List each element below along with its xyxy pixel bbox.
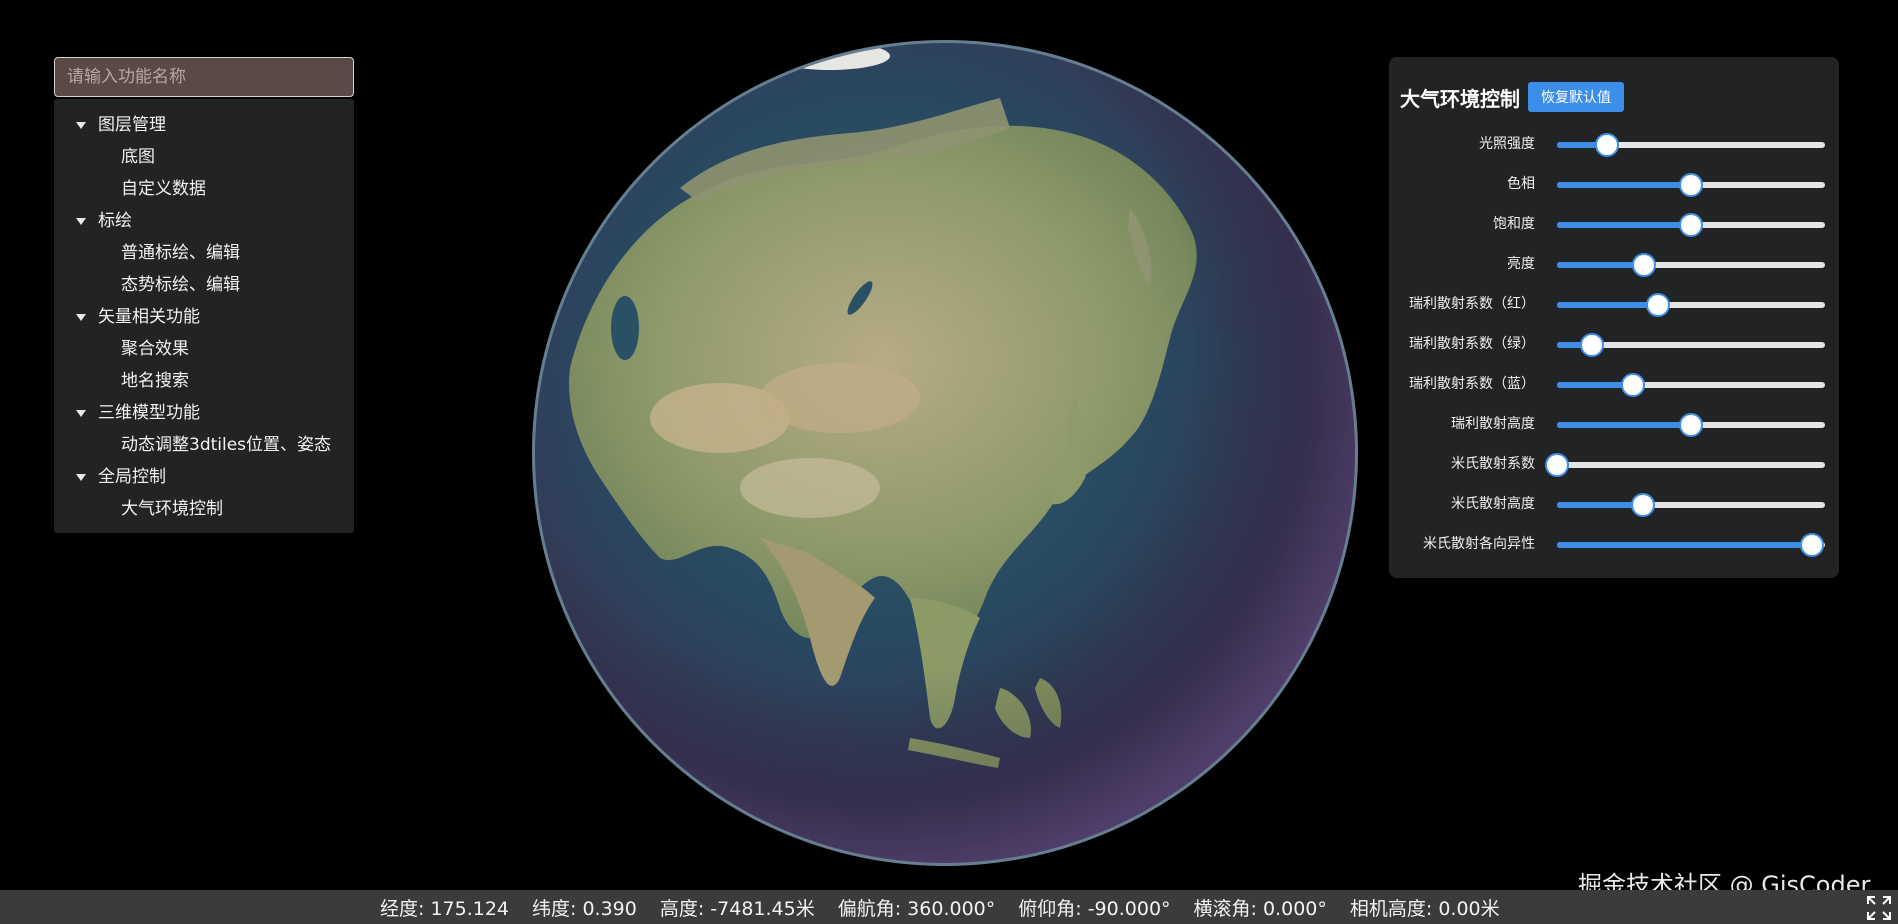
slider-row: 瑞利散射系数（绿） <box>1389 324 1839 364</box>
tree-node-label: 图层管理 <box>98 115 166 135</box>
caret-down-icon[interactable] <box>76 473 86 481</box>
slider-track[interactable] <box>1557 533 1825 557</box>
tree-item-3dtiles-adjust[interactable]: 动态调整3dtiles位置、姿态 <box>54 429 354 461</box>
slider-thumb[interactable] <box>1679 173 1703 197</box>
function-search-input[interactable] <box>54 57 354 97</box>
slider-row: 饱和度 <box>1389 204 1839 244</box>
slider-track[interactable] <box>1557 293 1825 317</box>
slider-label: 瑞利散射系数（蓝） <box>1409 376 1535 392</box>
tree-item-place-search[interactable]: 地名搜索 <box>54 365 354 397</box>
slider-label: 米氏散射各向异性 <box>1423 536 1535 552</box>
earth-globe[interactable] <box>530 38 1360 868</box>
slider-label: 瑞利散射系数（红） <box>1409 296 1535 312</box>
roll-readout: 横滚角: 0.000° <box>1193 897 1327 920</box>
tree-node-global-control[interactable]: 全局控制 <box>54 461 354 493</box>
slider-row: 瑞利散射系数（蓝） <box>1389 364 1839 404</box>
tree-node-layer-management[interactable]: 图层管理 <box>54 109 354 141</box>
slider-thumb[interactable] <box>1579 333 1604 357</box>
tree-node-label: 三维模型功能 <box>98 403 200 423</box>
slider-label: 米氏散射高度 <box>1451 496 1535 512</box>
caret-down-icon[interactable] <box>76 121 86 129</box>
tree-node-label: 全局控制 <box>98 467 166 487</box>
status-readouts: 经度: 175.124 纬度: 0.390 高度: -7481.45米 偏航角:… <box>380 890 1500 924</box>
status-bar: 经度: 175.124 纬度: 0.390 高度: -7481.45米 偏航角:… <box>0 890 1898 924</box>
tree-item-normal-plot[interactable]: 普通标绘、编辑 <box>54 237 354 269</box>
height-readout: 高度: -7481.45米 <box>659 897 815 920</box>
tree-item-basemap[interactable]: 底图 <box>54 141 354 173</box>
slider-thumb[interactable] <box>1632 253 1657 277</box>
slider-thumb[interactable] <box>1545 453 1569 477</box>
caret-down-icon[interactable] <box>76 313 86 321</box>
slider-label: 饱和度 <box>1493 216 1535 232</box>
slider-thumb[interactable] <box>1630 493 1655 517</box>
slider-row: 亮度 <box>1389 244 1839 284</box>
function-tree: 图层管理 底图 自定义数据 标绘 普通标绘、编辑 态势标绘、编辑 矢量相关功能 … <box>54 99 354 533</box>
longitude-readout: 经度: 175.124 <box>380 897 510 920</box>
pitch-readout: 俯仰角: -90.000° <box>1018 897 1171 920</box>
tree-group-plotting: 标绘 普通标绘、编辑 态势标绘、编辑 <box>54 205 354 301</box>
slider-label: 米氏散射系数 <box>1451 456 1535 472</box>
tree-node-3d-model[interactable]: 三维模型功能 <box>54 397 354 429</box>
reset-defaults-button[interactable]: 恢复默认值 <box>1528 82 1624 112</box>
slider-fill <box>1557 222 1691 228</box>
tree-item-situation-plot[interactable]: 态势标绘、编辑 <box>54 269 354 301</box>
slider-row: 瑞利散射系数（红） <box>1389 284 1839 324</box>
slider-row: 色相 <box>1389 164 1839 204</box>
slider-track[interactable] <box>1545 453 1825 477</box>
slider-fill <box>1557 182 1691 188</box>
slider-row: 米氏散射系数 <box>1389 444 1839 484</box>
latitude-readout: 纬度: 0.390 <box>532 897 637 920</box>
slider-track[interactable] <box>1557 373 1825 397</box>
slider-track[interactable] <box>1557 253 1825 277</box>
slider-track[interactable] <box>1557 173 1825 197</box>
caret-down-icon[interactable] <box>76 217 86 225</box>
tree-group-vector: 矢量相关功能 聚合效果 地名搜索 <box>54 301 354 397</box>
map-viewer: 图层管理 底图 自定义数据 标绘 普通标绘、编辑 态势标绘、编辑 矢量相关功能 … <box>0 0 1898 924</box>
camera-height-readout: 相机高度: 0.00米 <box>1349 897 1500 920</box>
slider-fill <box>1557 502 1643 508</box>
slider-fill <box>1557 422 1691 428</box>
slider-fill <box>1557 542 1812 548</box>
fullscreen-expand-icon[interactable] <box>1866 895 1892 921</box>
slider-track[interactable] <box>1557 333 1825 357</box>
slider-label: 亮度 <box>1507 256 1535 272</box>
slider-thumb[interactable] <box>1645 293 1670 317</box>
tree-group-3d-model: 三维模型功能 动态调整3dtiles位置、姿态 <box>54 397 354 461</box>
tree-item-atmosphere[interactable]: 大气环境控制 <box>54 493 354 525</box>
slider-thumb[interactable] <box>1621 373 1646 397</box>
tree-item-cluster[interactable]: 聚合效果 <box>54 333 354 365</box>
slider-track[interactable] <box>1557 133 1825 157</box>
slider-label: 瑞利散射高度 <box>1451 416 1535 432</box>
slider-label: 光照强度 <box>1479 136 1535 152</box>
tree-node-plotting[interactable]: 标绘 <box>54 205 354 237</box>
slider-thumb[interactable] <box>1799 533 1824 557</box>
caret-down-icon[interactable] <box>76 409 86 417</box>
tree-group-global-control: 全局控制 大气环境控制 <box>54 461 354 525</box>
slider-track[interactable] <box>1557 493 1825 517</box>
slider-fill <box>1557 302 1658 308</box>
slider-label: 色相 <box>1507 176 1535 192</box>
heading-readout: 偏航角: 360.000° <box>837 897 996 920</box>
slider-row: 米氏散射各向异性 <box>1389 524 1839 564</box>
globe-viewport[interactable] <box>530 38 1360 868</box>
slider-thumb[interactable] <box>1679 413 1703 437</box>
slider-row: 米氏散射高度 <box>1389 484 1839 524</box>
panel-title: 大气环境控制 <box>1400 86 1520 111</box>
slider-label: 瑞利散射系数（绿） <box>1409 336 1535 352</box>
function-panel: 图层管理 底图 自定义数据 标绘 普通标绘、编辑 态势标绘、编辑 矢量相关功能 … <box>54 57 354 533</box>
tree-item-custom-data[interactable]: 自定义数据 <box>54 173 354 205</box>
slider-row: 光照强度 <box>1389 124 1839 164</box>
slider-thumb[interactable] <box>1679 213 1703 237</box>
tree-node-label: 标绘 <box>98 211 132 231</box>
slider-track[interactable] <box>1557 413 1825 437</box>
atmosphere-control-panel: 大气环境控制 恢复默认值 光照强度色相饱和度亮度瑞利散射系数（红） 瑞利散射系数（… <box>1389 57 1839 578</box>
tree-node-vector[interactable]: 矢量相关功能 <box>54 301 354 333</box>
tree-group-layer-management: 图层管理 底图 自定义数据 <box>54 109 354 205</box>
slider-track[interactable] <box>1557 213 1825 237</box>
slider-fill <box>1557 262 1645 268</box>
slider-thumb[interactable] <box>1594 133 1619 157</box>
slider-row: 瑞利散射高度 <box>1389 404 1839 444</box>
panel-header: 大气环境控制 恢复默认值 <box>1400 82 1624 112</box>
tree-node-label: 矢量相关功能 <box>98 307 200 327</box>
